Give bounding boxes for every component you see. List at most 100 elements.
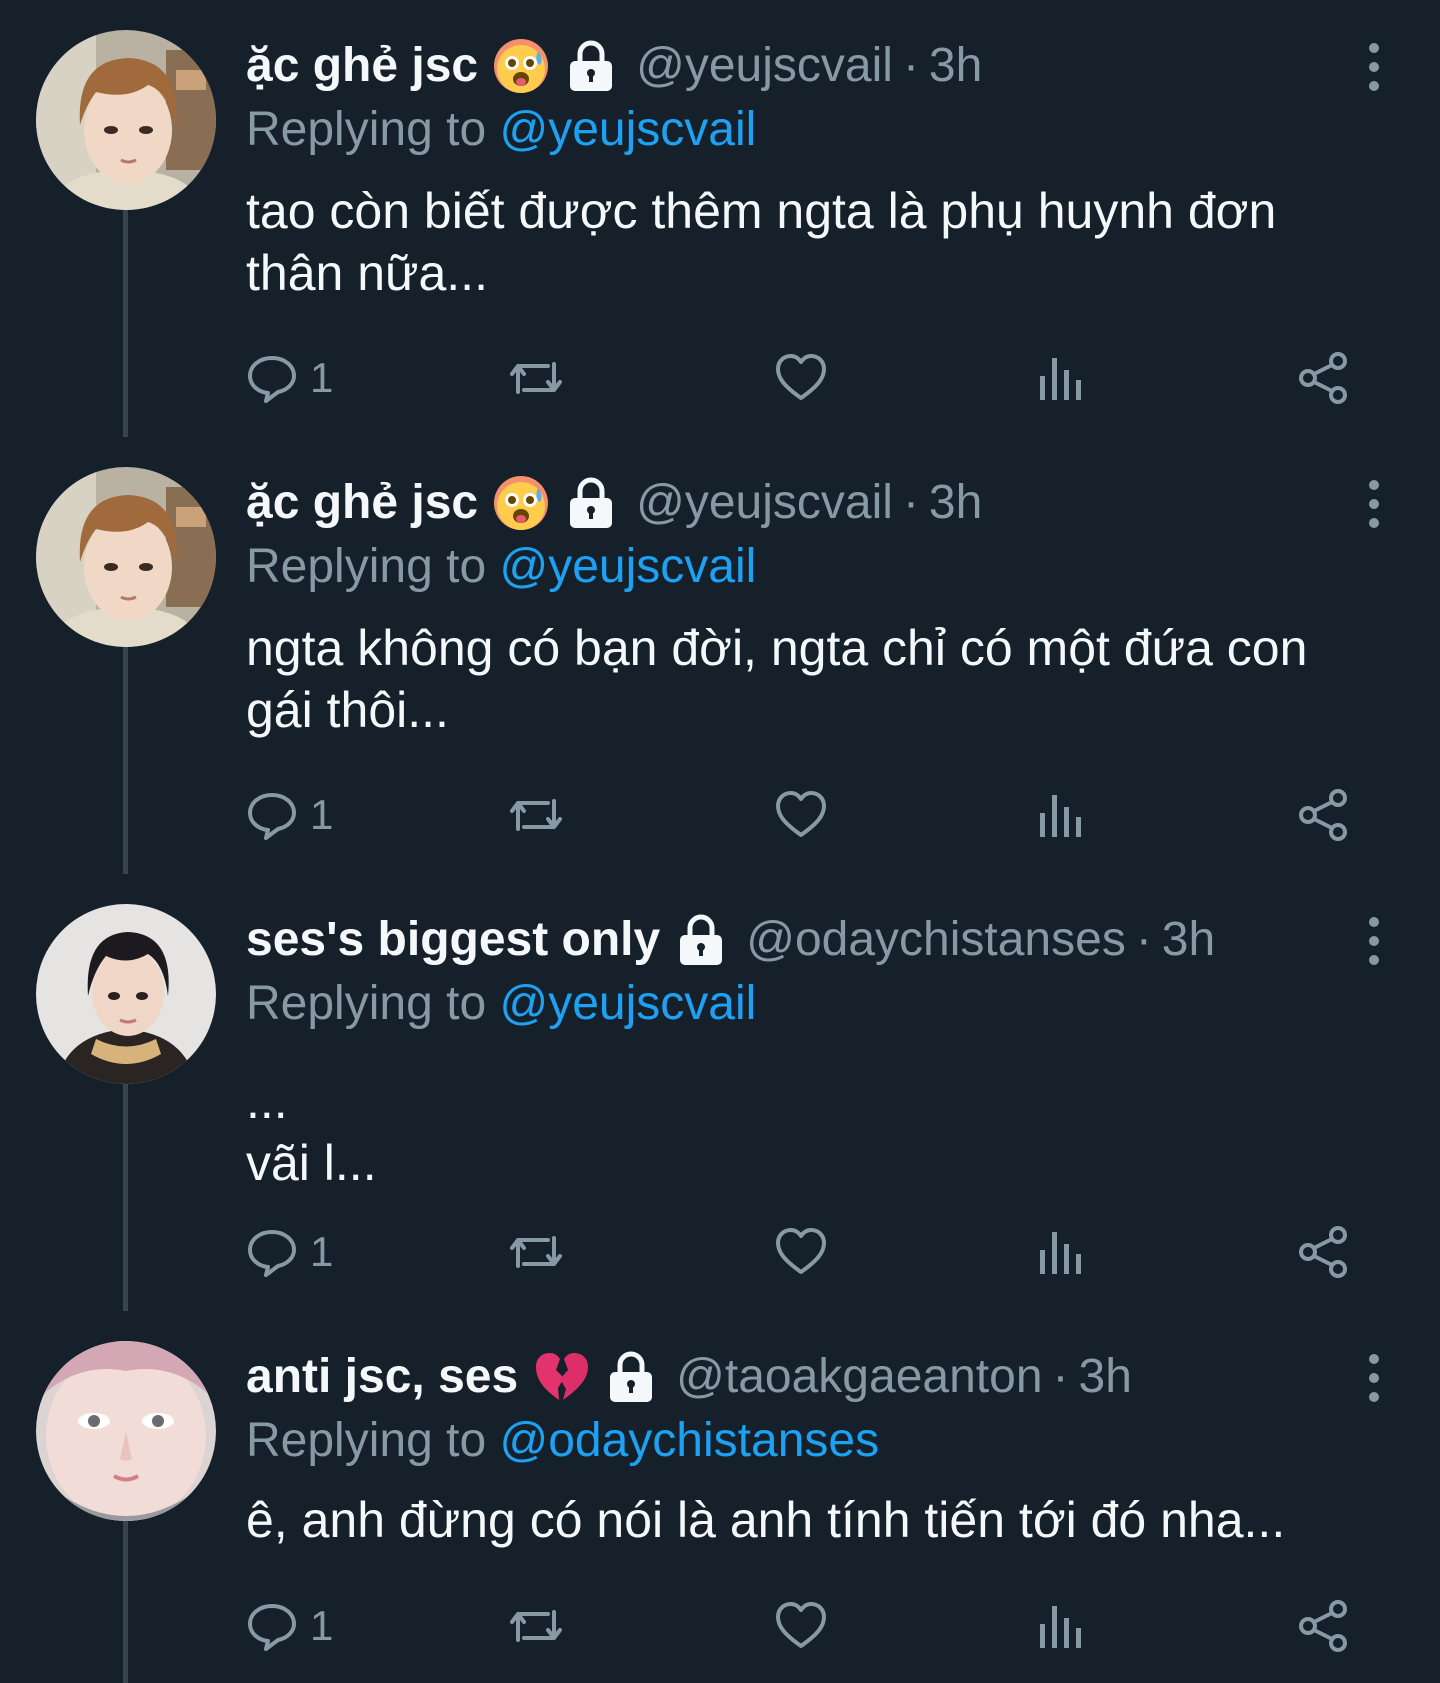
flushed-hot-face-emoji xyxy=(492,37,550,95)
analytics-icon xyxy=(1036,1226,1084,1278)
more-options-icon[interactable] xyxy=(1354,914,1394,968)
timestamp[interactable]: 3h xyxy=(1162,908,1215,972)
display-name[interactable]: ặc ghẻ jsc xyxy=(246,471,478,535)
replying-to-line: Replying to @yeujscvail xyxy=(246,98,756,162)
analytics-button[interactable] xyxy=(1036,785,1084,845)
analytics-icon xyxy=(1036,352,1084,404)
reply-icon xyxy=(246,789,298,841)
user-handle[interactable]: @yeujscvail xyxy=(636,34,893,98)
display-name[interactable]: anti jsc, ses xyxy=(246,1345,518,1409)
like-button[interactable] xyxy=(774,348,828,408)
reply-count: 1 xyxy=(310,791,334,838)
reply-icon xyxy=(246,352,298,404)
lock-icon xyxy=(674,913,728,967)
replying-to-line: Replying to @odaychistanses xyxy=(246,1409,879,1473)
lock-icon xyxy=(604,1350,658,1404)
retweet-button[interactable] xyxy=(506,785,566,845)
tweet[interactable]: anti jsc, ses @taoakgaeanton · 3h Replyi… xyxy=(0,1311,1440,1683)
more-options-icon[interactable] xyxy=(1354,477,1394,531)
reply-button[interactable]: 1 xyxy=(246,785,333,845)
like-button[interactable] xyxy=(774,785,828,845)
like-icon xyxy=(774,352,828,404)
replying-to-label: Replying to xyxy=(246,1414,500,1467)
timestamp[interactable]: 3h xyxy=(1079,1345,1132,1409)
tweet[interactable]: ặc ghẻ jsc @yeujscvail · 3h Replying to … xyxy=(0,0,1440,437)
like-icon xyxy=(774,1226,828,1278)
tweet-actions: 1 xyxy=(246,1596,1366,1656)
analytics-button[interactable] xyxy=(1036,1596,1084,1656)
display-name[interactable]: ặc ghẻ jsc xyxy=(246,34,478,98)
share-button[interactable] xyxy=(1296,348,1350,408)
share-button[interactable] xyxy=(1296,785,1350,845)
avatar[interactable] xyxy=(36,467,216,647)
avatar[interactable] xyxy=(36,30,216,210)
analytics-button[interactable] xyxy=(1036,1222,1084,1282)
thread-connector-line xyxy=(123,210,128,437)
share-icon xyxy=(1296,351,1350,405)
replying-to-line: Replying to @yeujscvail xyxy=(246,535,756,599)
retweet-icon xyxy=(506,789,566,841)
lock-icon xyxy=(564,476,618,530)
timestamp[interactable]: 3h xyxy=(929,471,982,535)
more-options-icon[interactable] xyxy=(1354,40,1394,94)
replying-to-mention[interactable]: @yeujscvail xyxy=(499,103,756,156)
share-icon xyxy=(1296,1225,1350,1279)
share-icon xyxy=(1296,1599,1350,1653)
separator-dot: · xyxy=(1052,1350,1069,1403)
tweet[interactable]: ặc ghẻ jsc @yeujscvail · 3h Replying to … xyxy=(0,437,1440,874)
retweet-button[interactable] xyxy=(506,1596,566,1656)
share-button[interactable] xyxy=(1296,1596,1350,1656)
reply-icon xyxy=(246,1600,298,1652)
retweet-button[interactable] xyxy=(506,1222,566,1282)
replying-to-mention[interactable]: @odaychistanses xyxy=(499,1414,879,1467)
like-button[interactable] xyxy=(774,1596,828,1656)
avatar[interactable] xyxy=(36,904,216,1084)
replying-to-mention[interactable]: @yeujscvail xyxy=(499,977,756,1030)
retweet-icon xyxy=(506,352,566,404)
share-icon xyxy=(1296,788,1350,842)
retweet-icon xyxy=(506,1226,566,1278)
retweet-button[interactable] xyxy=(506,348,566,408)
thread-connector-line xyxy=(123,1084,128,1311)
share-button[interactable] xyxy=(1296,1222,1350,1282)
timestamp[interactable]: 3h xyxy=(929,34,982,98)
tweet[interactable]: ses's biggest only @odaychistanses · 3h … xyxy=(0,874,1440,1311)
thread-connector-line xyxy=(123,1521,128,1683)
like-icon xyxy=(774,789,828,841)
user-handle[interactable]: @taoakgaeanton xyxy=(676,1345,1042,1409)
tweet-header: ặc ghẻ jsc @yeujscvail · 3h xyxy=(246,34,982,98)
tweet-header: anti jsc, ses @taoakgaeanton · 3h xyxy=(246,1345,1132,1409)
reply-button[interactable]: 1 xyxy=(246,348,333,408)
reply-count: 1 xyxy=(310,1228,334,1275)
replying-to-mention[interactable]: @yeujscvail xyxy=(499,540,756,593)
reply-button[interactable]: 1 xyxy=(246,1222,333,1282)
thread-connector-line xyxy=(123,647,128,874)
like-icon xyxy=(774,1600,828,1652)
analytics-icon xyxy=(1036,1600,1084,1652)
tweet-text: tao còn biết được thêm ngta là phụ huynh… xyxy=(246,183,1277,301)
more-options-icon[interactable] xyxy=(1354,1351,1394,1405)
tweet-text: ... vãi l... xyxy=(246,1073,377,1191)
reply-icon xyxy=(246,1226,298,1278)
separator-dot: · xyxy=(1135,913,1152,966)
user-handle[interactable]: @odaychistanses xyxy=(746,908,1126,972)
flushed-hot-face-emoji xyxy=(492,474,550,532)
separator-dot: · xyxy=(902,39,919,92)
tweet-actions: 1 xyxy=(246,348,1366,408)
replying-to-label: Replying to xyxy=(246,977,500,1030)
separator-dot: · xyxy=(902,476,919,529)
lock-icon xyxy=(564,39,618,93)
broken-heart-emoji xyxy=(532,1348,590,1406)
reply-count: 1 xyxy=(310,1602,334,1649)
retweet-icon xyxy=(506,1600,566,1652)
reply-button[interactable]: 1 xyxy=(246,1596,333,1656)
analytics-icon xyxy=(1036,789,1084,841)
avatar[interactable] xyxy=(36,1341,216,1521)
user-handle[interactable]: @yeujscvail xyxy=(636,471,893,535)
analytics-button[interactable] xyxy=(1036,348,1084,408)
tweet-text: ngta không có bạn đời, ngta chỉ có một đ… xyxy=(246,620,1308,738)
like-button[interactable] xyxy=(774,1222,828,1282)
tweet-header: ặc ghẻ jsc @yeujscvail · 3h xyxy=(246,471,982,535)
display-name[interactable]: ses's biggest only xyxy=(246,908,660,972)
tweet-header: ses's biggest only @odaychistanses · 3h xyxy=(246,908,1215,972)
